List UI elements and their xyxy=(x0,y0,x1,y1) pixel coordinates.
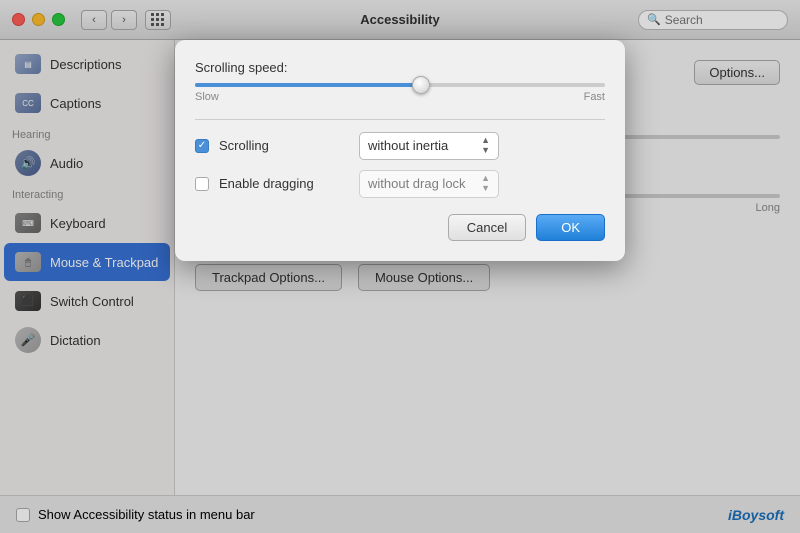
scrolling-select-value: without inertia xyxy=(368,138,448,153)
speed-labels: Slow Fast xyxy=(195,91,605,103)
slow-label: Slow xyxy=(195,91,219,103)
modal-buttons: Cancel OK xyxy=(195,214,605,241)
divider xyxy=(195,119,605,120)
scrolling-speed-thumb[interactable] xyxy=(412,76,430,94)
scrolling-speed-label: Scrolling speed: xyxy=(195,60,605,75)
scrolling-select-arrows: ▲▼ xyxy=(481,136,490,156)
scrolling-select[interactable]: without inertia ▲▼ xyxy=(359,132,499,160)
ok-button[interactable]: OK xyxy=(536,214,605,241)
modal-overlay: Scrolling speed: Slow Fast ✓ Scrolling w… xyxy=(0,0,800,533)
cancel-button[interactable]: Cancel xyxy=(448,214,526,241)
drag-select[interactable]: without drag lock ▲▼ xyxy=(359,170,499,198)
enable-dragging-label: Enable dragging xyxy=(219,176,349,191)
scrolling-label: Scrolling xyxy=(219,138,349,153)
scrolling-row: ✓ Scrolling without inertia ▲▼ xyxy=(195,132,605,160)
fast-label: Fast xyxy=(584,91,605,103)
modal-slider-section: Scrolling speed: Slow Fast xyxy=(195,60,605,103)
drag-select-value: without drag lock xyxy=(368,176,466,191)
enable-dragging-checkbox[interactable] xyxy=(195,177,209,191)
drag-select-arrows: ▲▼ xyxy=(481,174,490,194)
scrolling-checkbox[interactable]: ✓ xyxy=(195,139,209,153)
modal-dialog: Scrolling speed: Slow Fast ✓ Scrolling w… xyxy=(175,40,625,261)
enable-dragging-row: Enable dragging without drag lock ▲▼ xyxy=(195,170,605,198)
modal-slider-track[interactable] xyxy=(195,83,605,87)
